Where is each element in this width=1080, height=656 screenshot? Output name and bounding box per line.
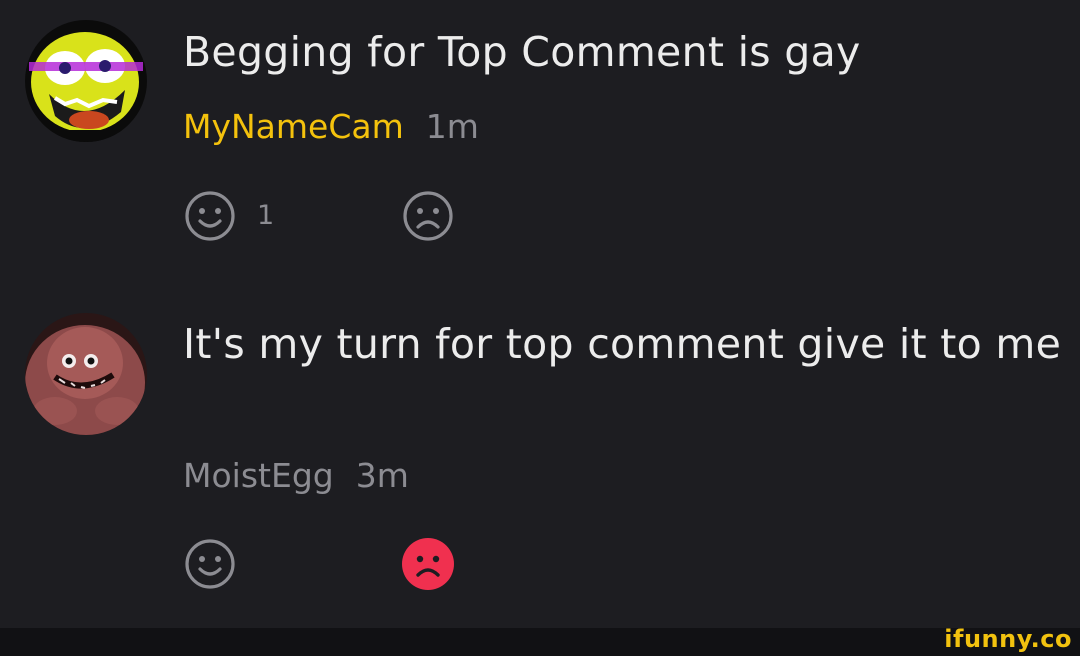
comment-text: It's my turn for top comment give it to … <box>183 320 1062 368</box>
dislike-button[interactable] <box>400 188 456 244</box>
smile-icon <box>185 191 235 241</box>
comment-meta: MyNameCam 1m <box>183 107 479 147</box>
comment-item: It's my turn for top comment give it to … <box>0 300 1080 610</box>
comment-meta: MoistEgg 3m <box>183 456 409 496</box>
avatar-image <box>25 20 147 142</box>
smile-icon <box>185 539 235 589</box>
comment-text: Begging for Top Comment is gay <box>183 28 861 76</box>
username-link[interactable]: MyNameCam <box>183 107 404 146</box>
username-link[interactable]: MoistEgg <box>183 456 334 495</box>
frown-icon <box>402 538 454 590</box>
timestamp: 3m <box>355 456 409 495</box>
like-count: 1 <box>257 200 275 231</box>
timestamp: 1m <box>425 107 479 146</box>
reaction-bar: 1 <box>182 188 482 244</box>
like-button[interactable] <box>182 536 238 592</box>
avatar[interactable] <box>25 20 147 142</box>
dislike-button-active[interactable] <box>400 536 456 592</box>
like-button[interactable] <box>182 188 238 244</box>
reaction-bar <box>182 536 482 592</box>
watermark-logo: ifunny.co <box>944 625 1072 653</box>
avatar-image <box>25 313 147 435</box>
comment-item: Begging for Top Comment is gay MyNameCam… <box>0 0 1080 270</box>
frown-icon <box>403 191 453 241</box>
bottom-bar <box>0 628 1080 656</box>
avatar[interactable] <box>25 313 147 435</box>
